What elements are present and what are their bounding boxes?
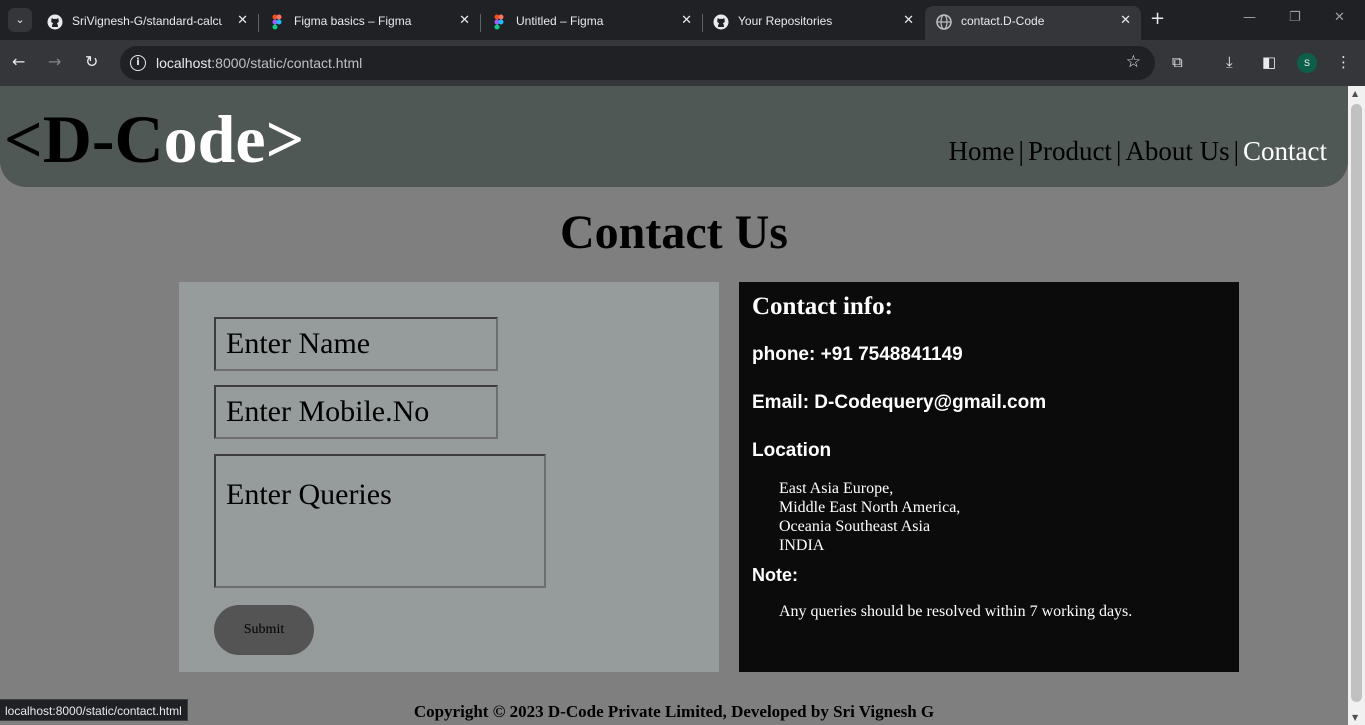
tab-strip: ⌄ SriVignesh-G/standard-calcu ✕ Figma ba… — [0, 0, 1365, 40]
browser-toolbar: ← → ↻ i localhost:8000/static/contact.ht… — [0, 40, 1365, 86]
nav-link-home[interactable]: Home — [949, 136, 1015, 166]
mobile-input[interactable] — [214, 385, 498, 439]
contact-phone: phone: +91 7548841149 — [752, 344, 963, 365]
name-input[interactable] — [214, 317, 498, 371]
queries-textarea[interactable] — [214, 454, 546, 588]
nav-link-about-us[interactable]: About Us — [1125, 136, 1229, 166]
status-url-bubble: localhost:8000/static/contact.html — [0, 699, 188, 721]
contact-info-heading: Contact info: — [752, 293, 893, 320]
browser-tab[interactable]: Untitled – Figma ✕ — [480, 6, 703, 40]
site-nav: Home | Product | About Us | Contact — [948, 136, 1327, 166]
scroll-down-arrow-icon[interactable]: ▼ — [1352, 713, 1358, 722]
location-line: East Asia Europe, — [779, 480, 894, 497]
extensions-icon[interactable]: ⧉ — [1172, 53, 1183, 71]
figma-icon — [494, 14, 504, 30]
close-icon[interactable]: ✕ — [1120, 13, 1131, 28]
close-icon[interactable]: ✕ — [459, 13, 470, 28]
bookmark-star-icon[interactable]: ☆ — [1126, 52, 1141, 72]
side-panel-icon[interactable]: ◧ — [1262, 53, 1276, 71]
nav-link-contact[interactable]: Contact — [1243, 136, 1327, 166]
browser-tab[interactable]: SriVignesh-G/standard-calcu ✕ — [36, 6, 259, 40]
browser-tab[interactable]: Your Repositories ✕ — [702, 6, 924, 40]
contact-info-panel: Contact info: phone: +91 7548841149 Emai… — [739, 282, 1239, 672]
back-arrow-icon[interactable]: ← — [12, 52, 25, 71]
close-icon[interactable]: ✕ — [903, 13, 914, 28]
browser-tab[interactable]: Figma basics – Figma ✕ — [258, 6, 481, 40]
forward-arrow-icon[interactable]: → — [48, 52, 61, 71]
tab-title: Figma basics – Figma — [294, 14, 412, 28]
contact-email: Email: D-Codequery@gmail.com — [752, 392, 1047, 413]
minimize-icon[interactable]: — — [1243, 10, 1256, 25]
tab-title: SriVignesh-G/standard-calcu — [72, 14, 222, 28]
close-icon[interactable]: ✕ — [681, 13, 692, 28]
window-close-icon[interactable]: ✕ — [1334, 10, 1345, 25]
submit-button[interactable]: Submit — [214, 605, 314, 655]
location-line: INDIA — [779, 537, 825, 554]
browser-tab-active[interactable]: contact.D-Code ✕ — [925, 6, 1141, 40]
github-icon — [47, 14, 63, 30]
page-scrollbar[interactable]: ▲ ▼ — [1348, 86, 1365, 725]
site-header: <D-Code> Home | Product | About Us | Contact — [0, 86, 1348, 187]
restore-icon[interactable]: ❐ — [1289, 10, 1301, 25]
new-tab-button[interactable]: + — [1150, 8, 1165, 29]
location-line: Oceania Southeast Asia — [779, 518, 931, 535]
nav-link-product[interactable]: Product — [1028, 136, 1112, 166]
page-viewport: <D-Code> Home | Product | About Us | Contact C… — [0, 86, 1348, 725]
scrollbar-thumb[interactable] — [1351, 104, 1362, 702]
scroll-up-arrow-icon[interactable]: ▲ — [1352, 89, 1358, 98]
download-icon[interactable]: ⤓ — [1226, 53, 1233, 71]
tab-title: Your Repositories — [738, 14, 833, 28]
address-url[interactable]: localhost:8000/static/contact.html — [156, 55, 362, 71]
address-bar[interactable]: i localhost:8000/static/contact.html ☆ — [120, 46, 1155, 80]
close-icon[interactable]: ✕ — [237, 13, 248, 28]
tab-title: Untitled – Figma — [516, 14, 604, 28]
globe-icon — [936, 14, 952, 30]
figma-icon — [272, 14, 282, 30]
tab-title: contact.D-Code — [961, 14, 1045, 28]
contact-form: Submit — [179, 282, 719, 672]
note-text: Any queries should be resolved within 7 … — [779, 603, 1133, 620]
profile-avatar[interactable]: S — [1297, 53, 1317, 73]
page-title: Contact Us — [560, 206, 788, 259]
location-label: Location — [752, 440, 832, 461]
menu-kebab-icon[interactable]: ⋮ — [1336, 53, 1351, 71]
site-info-icon[interactable]: i — [130, 55, 146, 71]
reload-icon[interactable]: ↻ — [85, 52, 98, 71]
location-list: East Asia Europe, Middle East North Amer… — [779, 479, 960, 555]
github-icon — [713, 14, 729, 30]
location-line: Middle East North America, — [779, 499, 961, 516]
note-label: Note: — [752, 565, 798, 585]
site-footer: Copyright © 2023 D-Code Private Limited,… — [413, 702, 935, 721]
site-logo[interactable]: <D-Code> — [4, 100, 304, 179]
tab-search-button[interactable]: ⌄ — [8, 8, 32, 32]
